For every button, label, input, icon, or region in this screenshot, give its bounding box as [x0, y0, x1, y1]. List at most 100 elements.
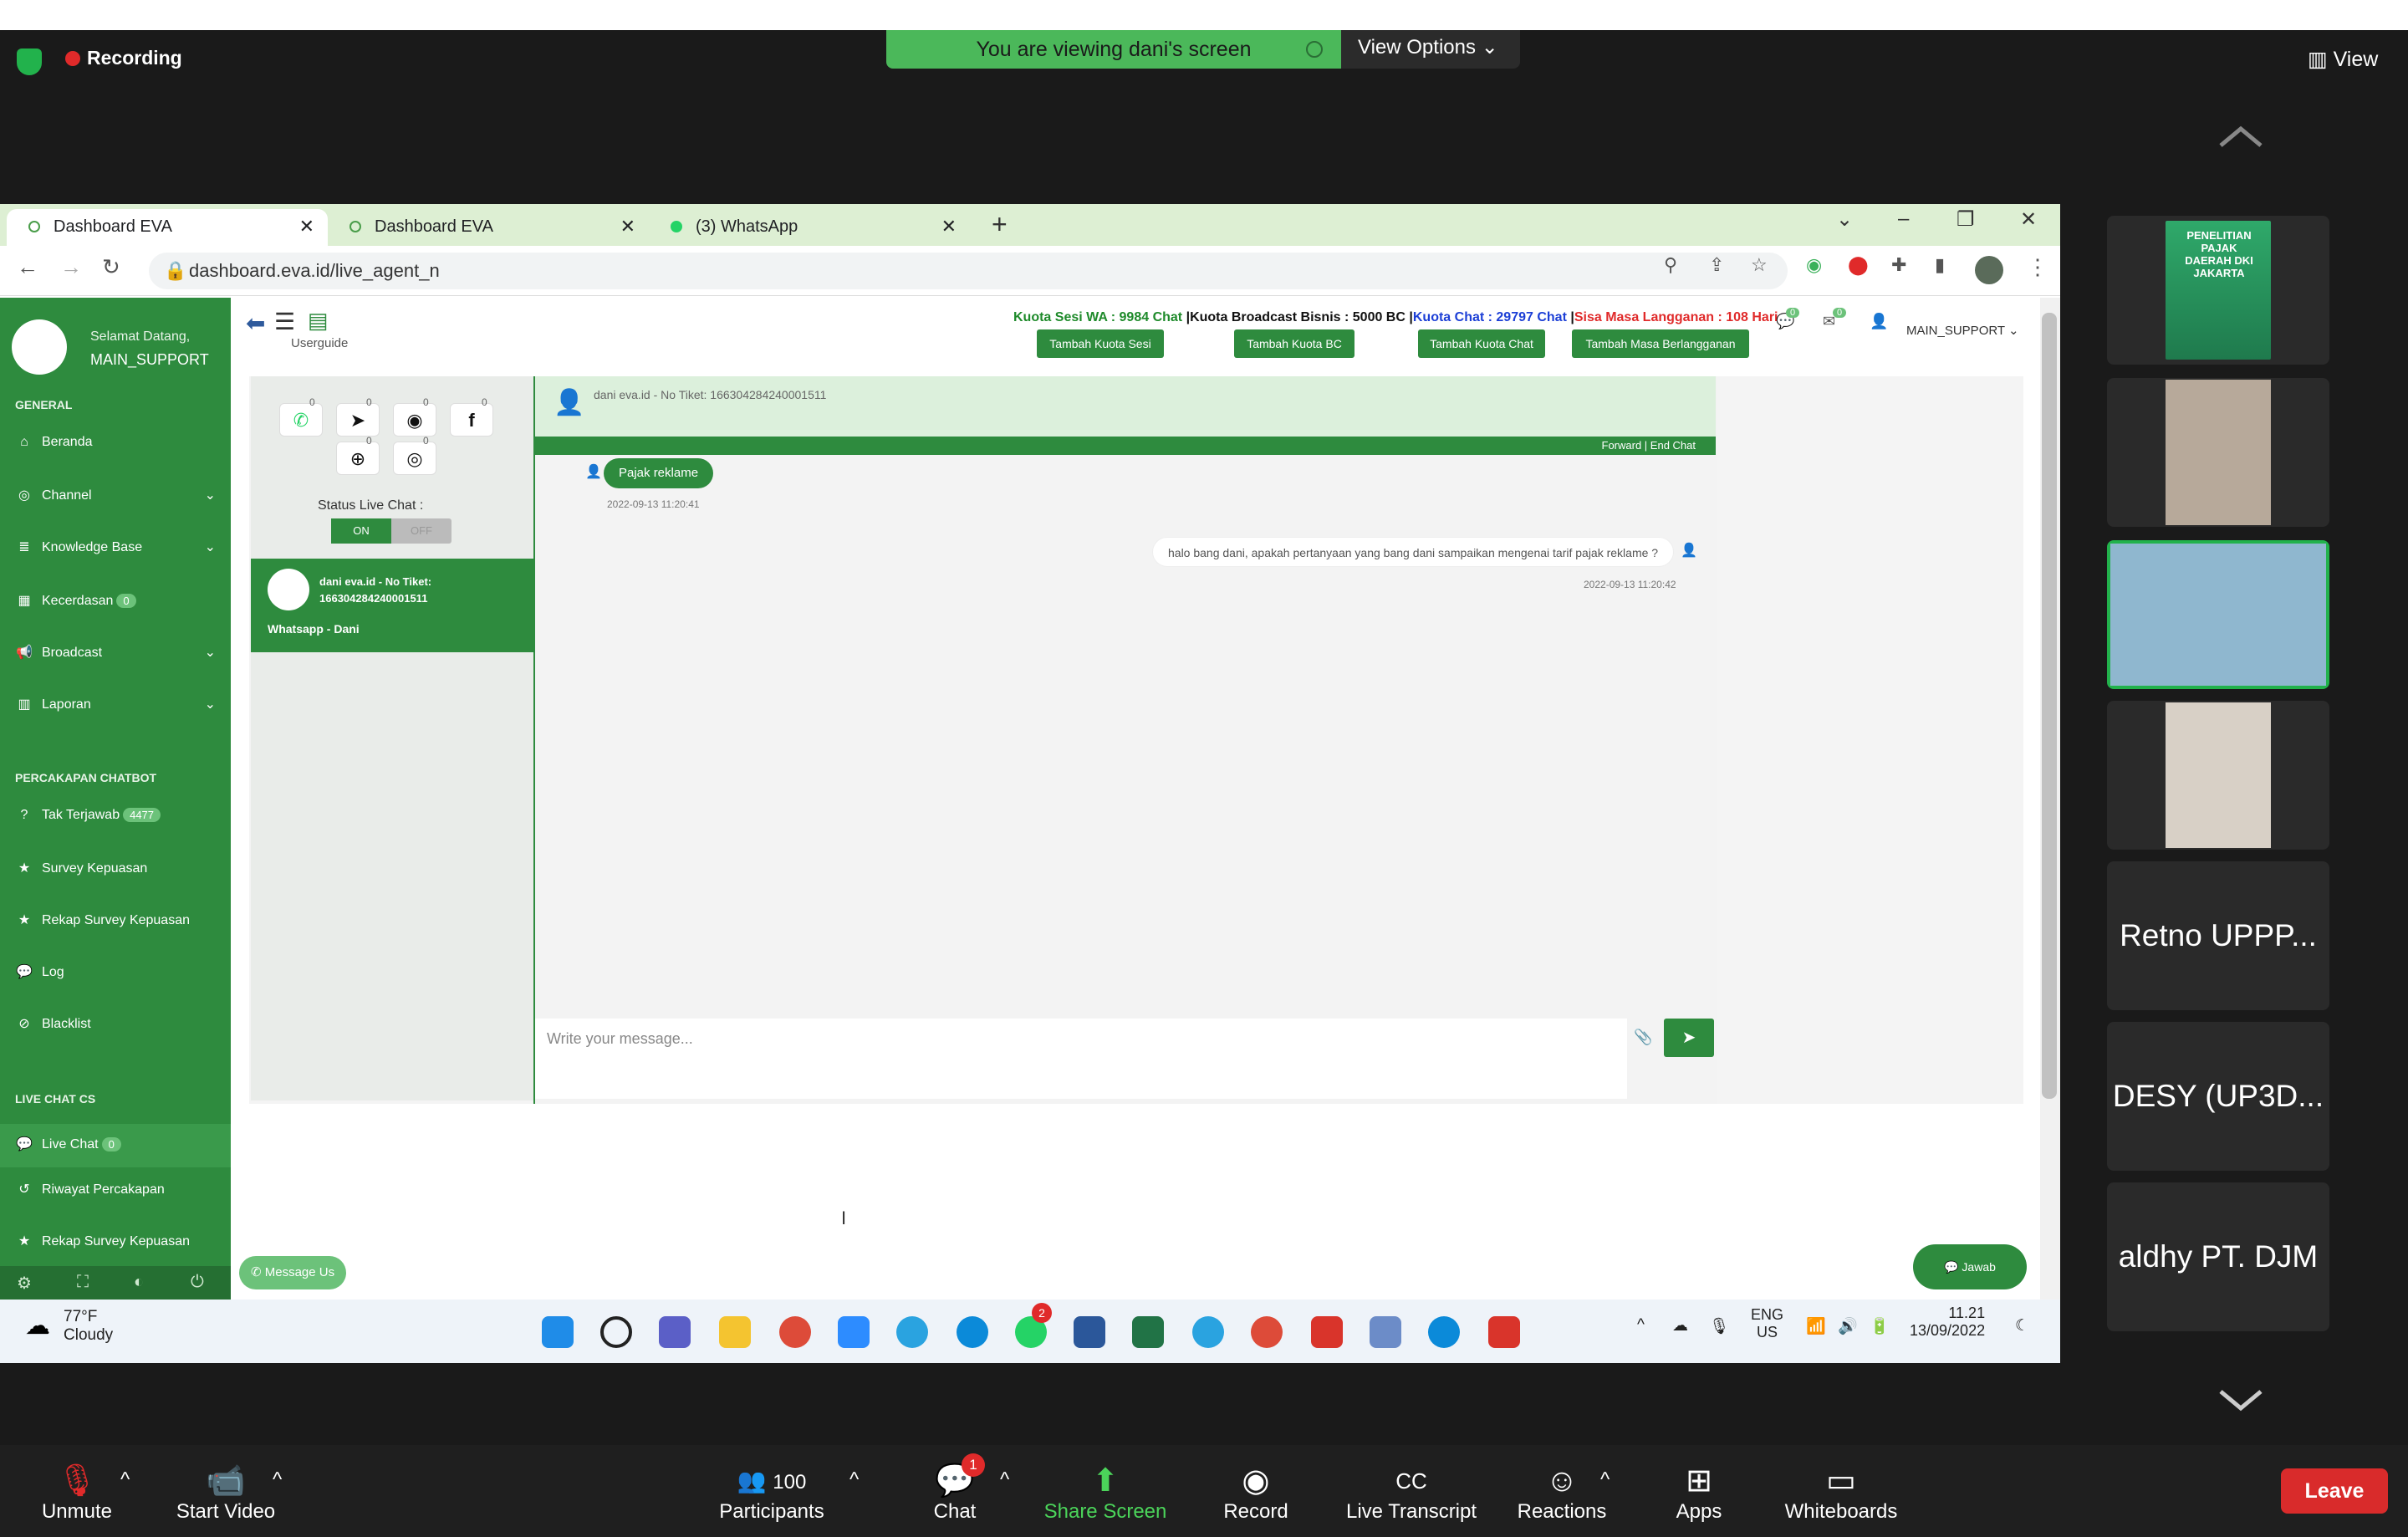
- zoom-app-icon[interactable]: [838, 1316, 870, 1348]
- forward-icon[interactable]: →: [60, 254, 82, 280]
- header-user-menu[interactable]: MAIN_SUPPORT ⌄: [1906, 323, 2019, 338]
- leave-button[interactable]: Leave: [2281, 1468, 2388, 1514]
- whiteboards-button[interactable]: ▭ Whiteboards: [1779, 1462, 1903, 1524]
- telegram-2-icon[interactable]: [1192, 1316, 1224, 1348]
- clock[interactable]: 11.21 13/09/2022: [1910, 1305, 1985, 1340]
- minimize-icon[interactable]: –: [1898, 207, 1909, 231]
- fullscreen-icon[interactable]: ⛶: [77, 1273, 89, 1292]
- word-icon[interactable]: [1074, 1316, 1105, 1348]
- telegram-channel-icon[interactable]: ➤: [336, 403, 380, 437]
- tab-search-icon[interactable]: ⌄: [1836, 207, 1853, 232]
- participant-tile-video-1[interactable]: [2107, 378, 2329, 527]
- video-options-chevron-icon[interactable]: ^: [273, 1468, 282, 1492]
- whatsapp-channel-icon[interactable]: ✆: [279, 403, 323, 437]
- view-options-button[interactable]: View Options ⌄: [1341, 30, 1520, 69]
- back-icon[interactable]: ←: [17, 254, 38, 280]
- participant-tile-poster[interactable]: PENELITIAN PAJAK DAERAH DKI JAKARTA: [2107, 216, 2329, 365]
- live-chat-status-toggle[interactable]: ON OFF: [331, 518, 452, 544]
- extensions-puzzle-icon[interactable]: ✚: [1891, 254, 1906, 276]
- search-icon[interactable]: [600, 1316, 632, 1348]
- close-window-icon[interactable]: ✕: [2020, 207, 2037, 232]
- attachment-icon[interactable]: 📎: [1634, 1029, 1652, 1046]
- line-channel-icon[interactable]: ◉: [393, 403, 436, 437]
- visibility-icon[interactable]: ◐: [134, 1273, 144, 1292]
- edge-icon[interactable]: [957, 1316, 988, 1348]
- hamburger-menu-icon[interactable]: ☰: [274, 308, 295, 335]
- sidebar-item-broadcast[interactable]: 📢 Broadcast ⌄: [15, 644, 216, 667]
- conversation-card[interactable]: dani eva.id - No Tiket: 1663042842400015…: [251, 559, 533, 652]
- audio-options-chevron-icon[interactable]: ^: [120, 1468, 130, 1492]
- browser-tab-whatsapp[interactable]: (3) WhatsApp ✕: [649, 209, 970, 246]
- scroll-up-chevron-icon[interactable]: [2216, 124, 2266, 149]
- onedrive-icon[interactable]: ☁: [1672, 1316, 1688, 1335]
- bookmark-star-icon[interactable]: ☆: [1751, 254, 1768, 276]
- participant-tile-video-2[interactable]: [2107, 701, 2329, 850]
- extension-eye-icon[interactable]: ◉: [1806, 254, 1822, 276]
- sidebar-item-log[interactable]: 💬 Log: [15, 963, 216, 987]
- chrome-icon[interactable]: [779, 1316, 811, 1348]
- tambah-kuota-chat-button[interactable]: Tambah Kuota Chat: [1418, 329, 1545, 358]
- sidebar-item-live-chat[interactable]: 💬 Live Chat 0: [0, 1124, 231, 1167]
- tray-chevron-up-icon[interactable]: ^: [1637, 1316, 1645, 1335]
- book-icon[interactable]: ▤: [308, 308, 329, 334]
- reload-icon[interactable]: ↻: [102, 254, 120, 280]
- side-panel-icon[interactable]: ▮: [1935, 254, 1945, 276]
- restore-icon[interactable]: ❐: [1956, 207, 1975, 232]
- browser-menu-icon[interactable]: ⋮: [2027, 254, 2048, 280]
- browser-tab-dashboard-2[interactable]: Dashboard EVA ✕: [328, 209, 649, 246]
- notifications-icon[interactable]: ☾: [2015, 1316, 2029, 1335]
- participant-tile-name-1[interactable]: Retno UPPP...: [2107, 861, 2329, 1010]
- file-explorer-icon[interactable]: [719, 1316, 751, 1348]
- sidebar-item-laporan[interactable]: ▥ Laporan ⌄: [15, 696, 216, 719]
- browser-tab-dashboard-1[interactable]: Dashboard EVA ✕: [7, 209, 328, 246]
- windows-start-icon[interactable]: [542, 1316, 574, 1348]
- new-tab-icon[interactable]: +: [992, 209, 1008, 240]
- participant-tile-name-3[interactable]: aldhy PT. DJM: [2107, 1182, 2329, 1331]
- apps-button[interactable]: ⊞ Apps: [1667, 1462, 1731, 1524]
- recording-indicator[interactable]: Recording: [65, 47, 182, 69]
- settings-icon[interactable]: ⚙: [17, 1273, 32, 1294]
- telegram-icon[interactable]: [896, 1316, 928, 1348]
- live-transcript-button[interactable]: CC Live Transcript: [1338, 1462, 1485, 1524]
- reactions-chevron-icon[interactable]: ^: [1600, 1468, 1610, 1492]
- participants-button[interactable]: 👥 100 Participants: [711, 1462, 833, 1524]
- sidebar-item-knowledge-base[interactable]: ≣ Knowledge Base ⌄: [15, 539, 216, 562]
- participants-chevron-icon[interactable]: ^: [849, 1468, 859, 1492]
- scrollbar-thumb[interactable]: [2042, 313, 2057, 1099]
- sidebar-item-rekap-survey[interactable]: ★ Rekap Survey Kepuasan: [15, 911, 216, 935]
- profile-avatar[interactable]: [1975, 256, 2003, 284]
- userguide-label[interactable]: Userguide: [291, 336, 348, 350]
- sidebar-item-beranda[interactable]: ⌂ Beranda: [15, 435, 216, 458]
- teams-icon[interactable]: [659, 1316, 691, 1348]
- close-tab-icon[interactable]: ✕: [299, 209, 314, 244]
- send-button[interactable]: ➤: [1664, 1019, 1714, 1057]
- microphone-icon[interactable]: 🎙: [1709, 1316, 1729, 1336]
- chat-chevron-icon[interactable]: ^: [1000, 1468, 1009, 1492]
- weather-widget[interactable]: 77°F Cloudy: [64, 1308, 113, 1345]
- tambah-masa-button[interactable]: Tambah Masa Berlangganan: [1572, 329, 1749, 358]
- language-indicator[interactable]: ENG US: [1751, 1306, 1783, 1341]
- zoom-icon[interactable]: ⚲: [1664, 254, 1677, 276]
- wifi-icon[interactable]: 📶: [1806, 1316, 1826, 1336]
- security-shield-icon[interactable]: [17, 49, 42, 75]
- unmute-button[interactable]: 🎙 Unmute: [33, 1462, 120, 1524]
- wps-icon[interactable]: [1311, 1316, 1343, 1348]
- scroll-down-chevron-icon[interactable]: [2216, 1388, 2266, 1413]
- share-icon[interactable]: ⇪: [1709, 254, 1724, 276]
- sidebar-item-channel[interactable]: ◎ Channel ⌄: [15, 487, 216, 510]
- battery-icon[interactable]: 🔋: [1870, 1316, 1890, 1336]
- edge-2-icon[interactable]: [1428, 1316, 1460, 1348]
- instagram-channel-icon[interactable]: ◎: [393, 442, 436, 475]
- power-icon[interactable]: ⏻: [191, 1273, 204, 1292]
- reactions-button[interactable]: ☺ Reactions: [1513, 1462, 1610, 1524]
- jawab-button[interactable]: 💬 Jawab: [1913, 1244, 2027, 1289]
- share-screen-button[interactable]: ⬆ Share Screen: [1040, 1462, 1171, 1524]
- facebook-channel-icon[interactable]: f: [450, 403, 493, 437]
- tambah-kuota-sesi-button[interactable]: Tambah Kuota Sesi: [1037, 329, 1164, 358]
- url-field[interactable]: 🔒 dashboard.eva.id/live_agent_n: [149, 253, 1788, 289]
- message-input[interactable]: Write your message...: [535, 1019, 1627, 1099]
- view-button[interactable]: ▥ View: [2308, 47, 2378, 72]
- sidebar-item-kecerdasan[interactable]: ▦ Kecerdasan 0: [15, 592, 216, 615]
- participant-tile-active-speaker[interactable]: [2107, 540, 2329, 689]
- sidebar-item-tak-terjawab[interactable]: ? Tak Terjawab 4477: [15, 808, 216, 831]
